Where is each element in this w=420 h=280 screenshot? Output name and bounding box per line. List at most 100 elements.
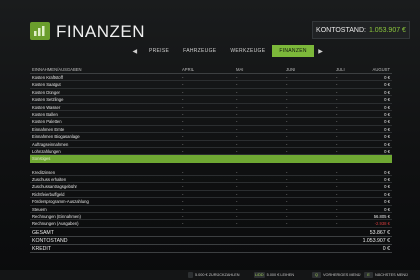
row-cell: 0 € <box>384 111 390 117</box>
table-row: Kosten Saatgut - - - - 0 € <box>30 81 392 89</box>
tab-werkzeuge[interactable]: WERKZEUGE <box>223 45 272 57</box>
repay-label: 5.000 € ZURÜCKZAHLEN <box>195 273 240 277</box>
row-label: Zuschuss erhalten <box>32 177 67 183</box>
table-row: Lohnzahlungen - - - - 0 € <box>30 148 392 156</box>
finance-table: EINNAHMEN/AUSGABEN APRIL MAI JUNI JULI A… <box>30 66 392 228</box>
row-cell: - <box>336 191 338 197</box>
row-cell: - <box>286 89 288 95</box>
finance-logo-icon <box>30 22 50 40</box>
row-cell: - <box>236 221 238 227</box>
row-cell: - <box>236 111 238 117</box>
row-cell: - <box>182 104 184 110</box>
previous-menu-label: VORHERIGES MENÜ <box>323 273 361 277</box>
row-cell: - <box>236 191 238 197</box>
row-cell: - <box>182 214 184 220</box>
row-cell: - <box>236 104 238 110</box>
tab-next-arrow-icon[interactable]: ▶ <box>314 48 328 55</box>
table-row: Sonstiges <box>30 155 392 163</box>
table-row: Kreditzinsen - - - - 0 € <box>30 169 392 177</box>
total-label: GESAMT <box>32 230 54 236</box>
row-cell: - <box>182 184 184 190</box>
row-cell: - <box>286 214 288 220</box>
row-cell: - <box>336 111 338 117</box>
row-cell: - <box>286 221 288 227</box>
tab-bar: ◀ PREISE FAHRZEUGE WERKZEUGE FINANZEN ▶ <box>128 45 328 57</box>
row-cell: - <box>182 126 184 132</box>
row-label: Sonstiges <box>32 156 51 162</box>
row-cell: - <box>336 221 338 227</box>
row-cell: - <box>182 191 184 197</box>
row-cell: - <box>336 148 338 154</box>
borrow-button[interactable]: L/DD 5.000 € LEIHEN <box>254 272 294 278</box>
balance-row-label: KONTOSTAND <box>32 238 68 244</box>
row-label: Einnahmen Ernte <box>32 126 65 132</box>
repay-button[interactable]: 5.000 € ZURÜCKZAHLEN <box>188 272 240 278</box>
page-title: FINANZEN <box>56 22 145 41</box>
row-cell: 0 € <box>384 126 390 132</box>
row-cell: - <box>236 169 238 175</box>
balance-row-value: 1.053.907 € <box>362 238 390 244</box>
previous-menu-button[interactable]: Q VORHERIGES MENÜ <box>312 272 361 278</box>
row-cell: - <box>336 82 338 88</box>
row-cell: - <box>286 97 288 103</box>
table-row: Fördersprogramm-Auszahlung - - - - 0 € <box>30 198 392 206</box>
row-cell: 0 € <box>384 82 390 88</box>
row-label: Kosten Wasser <box>32 104 61 110</box>
row-cell: - <box>182 97 184 103</box>
table-row: Einnahmen Biogasanlage - - - - 0 € <box>30 133 392 141</box>
row-cell: 0 € <box>384 141 390 147</box>
total-value: 53.867 € <box>369 230 390 236</box>
row-cell: 0 € <box>384 199 390 205</box>
balance-label: KONTOSTAND: <box>316 26 366 34</box>
row-label: Kosten Kraftstoff <box>32 75 63 80</box>
table-row: Einnahmen Ernte - - - - 0 € <box>30 126 392 134</box>
row-label: Kosten Dünger <box>32 89 60 95</box>
row-label: Rechnungen (Einnahmen) <box>32 214 81 220</box>
row-cell: -2.938 € <box>374 221 390 227</box>
row-cell: - <box>236 148 238 154</box>
row-cell: - <box>182 75 184 80</box>
tab-prev-arrow-icon[interactable]: ◀ <box>128 48 142 55</box>
row-cell: - <box>286 199 288 205</box>
table-row: Kosten Dünger - - - - 0 € <box>30 89 392 97</box>
row-cell: - <box>182 221 184 227</box>
row-cell: - <box>336 104 338 110</box>
row-cell: 0 € <box>384 97 390 103</box>
row-cell: - <box>236 141 238 147</box>
row-cell: - <box>182 177 184 183</box>
next-menu-button[interactable]: E NÄCHSTES MENÜ <box>364 272 408 278</box>
row-cell: - <box>236 134 238 140</box>
row-label: Auftragseinnahmen <box>32 141 69 147</box>
total-row: GESAMT 53.867 € <box>30 229 392 237</box>
key-hint-icon <box>188 272 193 278</box>
row-cell: - <box>286 119 288 125</box>
table-row: Rechnungen (Einnahmen) - - - - 56.805 € <box>30 213 392 221</box>
row-cell: - <box>182 141 184 147</box>
row-cell: - <box>236 89 238 95</box>
row-cell: - <box>286 191 288 197</box>
table-header: EINNAHMEN/AUSGABEN APRIL MAI JUNI JULI A… <box>30 66 392 74</box>
row-cell: - <box>182 111 184 117</box>
tab-fahrzeuge[interactable]: FAHRZEUGE <box>176 45 223 57</box>
tab-preise[interactable]: PREISE <box>142 45 176 57</box>
row-cell: 0 € <box>384 184 390 190</box>
row-cell: - <box>286 75 288 80</box>
row-cell: - <box>182 82 184 88</box>
row-cell: - <box>336 126 338 132</box>
account-balance-box: KONTOSTAND: 1.053.907 € <box>312 21 410 39</box>
row-cell: 0 € <box>384 119 390 125</box>
row-label: Kosten Paletten <box>32 119 62 125</box>
row-cell: - <box>286 177 288 183</box>
row-cell: - <box>286 141 288 147</box>
row-cell: 0 € <box>384 169 390 175</box>
table-row: Steuern - - - - 0 € <box>30 206 392 214</box>
borrow-label: 5.000 € LEIHEN <box>266 273 295 277</box>
row-cell: - <box>236 184 238 190</box>
tab-finanzen[interactable]: FINANZEN <box>272 45 314 57</box>
row-cell: - <box>336 75 338 80</box>
row-cell: - <box>236 214 238 220</box>
row-cell: - <box>336 134 338 140</box>
row-cell: - <box>236 75 238 80</box>
row-cell: - <box>336 214 338 220</box>
row-cell: - <box>236 199 238 205</box>
